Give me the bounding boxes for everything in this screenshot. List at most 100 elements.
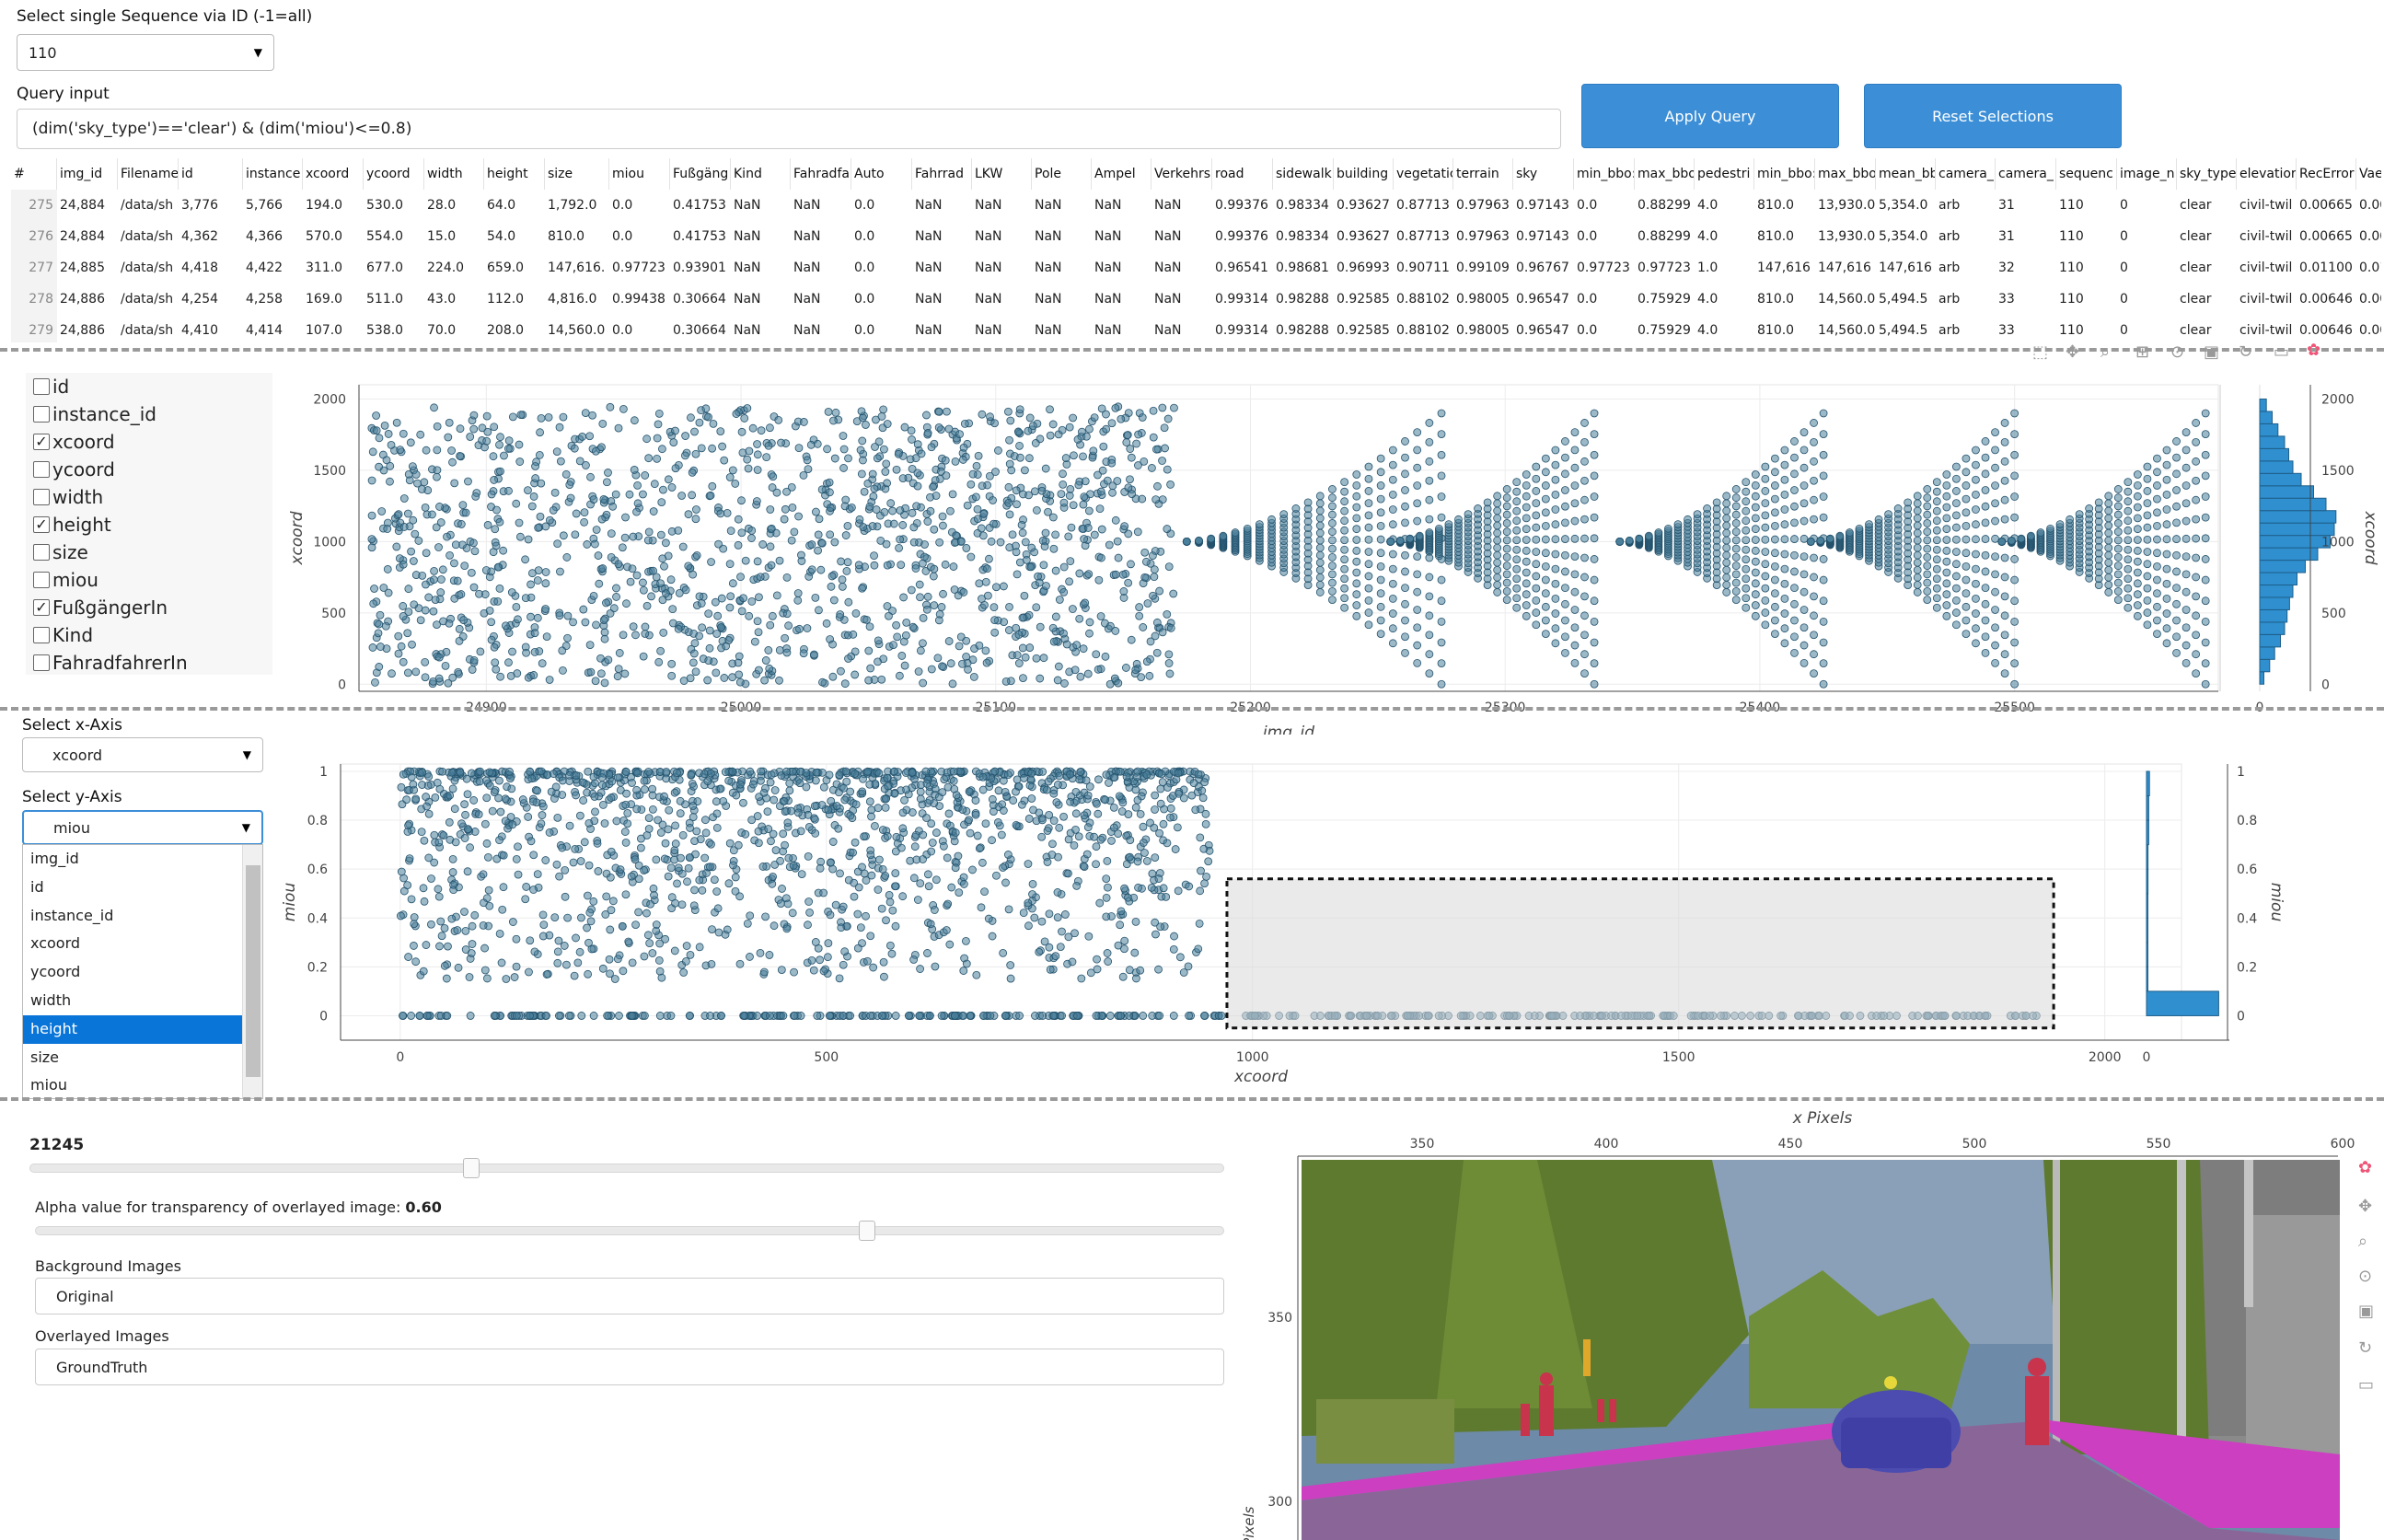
column-header[interactable]: miou (609, 158, 670, 190)
wheel-zoom-icon[interactable]: ⌕ (2100, 342, 2110, 362)
checkbox-unchecked-icon[interactable] (33, 461, 50, 478)
column-header[interactable]: Fahrrad (912, 158, 972, 190)
table-row[interactable]: 275 24,884/data/sh 3,776 5,766 194.0 530.0 28.… (11, 190, 2381, 221)
dropdown-option[interactable]: img_id (23, 845, 262, 874)
pan-icon[interactable]: ✥ (2066, 342, 2079, 362)
dropdown-option[interactable]: ycoord (23, 958, 262, 987)
column-header[interactable]: sidewalk (1273, 158, 1334, 190)
checkbox-item[interactable]: ✓ FußgängerIn (26, 594, 272, 621)
lasso-icon[interactable]: ⊙ (2170, 342, 2184, 362)
column-header[interactable]: image_n (2117, 158, 2177, 190)
column-header[interactable]: min_bbo: (1574, 158, 1635, 190)
hover-icon[interactable]: ▭ (2274, 342, 2289, 362)
column-header[interactable]: Kind (731, 158, 791, 190)
checkbox-item[interactable]: width (26, 483, 272, 511)
checkbox-item[interactable]: size (26, 538, 272, 566)
column-header[interactable]: vegetatic (1394, 158, 1453, 190)
checkbox-item[interactable]: Kind (26, 621, 272, 649)
column-header[interactable]: sequenc (2056, 158, 2117, 190)
box-zoom-icon[interactable]: ⊞ (2135, 342, 2149, 362)
dropdown-option[interactable]: miou (23, 1071, 262, 1098)
column-header[interactable]: Pole (1032, 158, 1092, 190)
checkbox-unchecked-icon[interactable] (33, 544, 50, 561)
checkbox-unchecked-icon[interactable] (33, 406, 50, 423)
checkbox-checked-icon[interactable]: ✓ (33, 434, 50, 450)
box-select-icon[interactable]: ⬚ (2032, 342, 2048, 362)
column-header[interactable]: instance (243, 158, 303, 190)
scatter-point (374, 629, 383, 638)
column-header[interactable]: max_bbo (1635, 158, 1695, 190)
scatter-point (431, 793, 440, 802)
column-header[interactable]: # (11, 158, 57, 190)
column-header[interactable]: Fahradfa (791, 158, 851, 190)
column-header[interactable]: LKW (972, 158, 1032, 190)
column-header[interactable]: height (484, 158, 545, 190)
column-header[interactable]: Filename (118, 158, 179, 190)
checkbox-checked-icon[interactable]: ✓ (33, 516, 50, 533)
checkbox-item[interactable]: id (26, 373, 272, 400)
checkbox-unchecked-icon[interactable] (33, 627, 50, 643)
column-header[interactable]: camera_ (1936, 158, 1996, 190)
query-input[interactable]: (dim('sky_type')=='clear') & (dim('miou'… (17, 109, 1561, 149)
checkbox-item[interactable]: ✓ xcoord (26, 428, 272, 456)
checkbox-unchecked-icon[interactable] (33, 378, 50, 395)
y-axis-select[interactable]: miou ▼ (22, 810, 263, 845)
table-row[interactable]: 277 24,885/data/sh 4,418 4,422 311.0 677.0 224… (11, 252, 2381, 284)
apply-query-button[interactable]: Apply Query (1581, 84, 1839, 148)
xcoord-miou-plot[interactable]: 0 500 1000 1500 200000.20.40.60.81xcoordmiou… (276, 736, 2384, 1105)
column-header[interactable]: camera_ (1996, 158, 2056, 190)
checkbox-unchecked-icon[interactable] (33, 572, 50, 588)
column-header[interactable]: elevatior (2237, 158, 2297, 190)
checkbox-unchecked-icon[interactable] (33, 489, 50, 505)
dropdown-option[interactable]: instance_id (23, 902, 262, 931)
data-table[interactable]: # img_id Filename id instance xcoord ycoord wid… (11, 158, 2381, 342)
column-header[interactable]: ycoord (364, 158, 424, 190)
column-header[interactable]: size (545, 158, 609, 190)
reset-icon[interactable]: ↻ (2239, 342, 2252, 362)
column-header[interactable]: Auto (851, 158, 912, 190)
column-header[interactable]: RecError (2297, 158, 2356, 190)
scrollbar-thumb[interactable] (246, 865, 260, 1077)
reset-selections-button[interactable]: Reset Selections (1864, 84, 2122, 148)
column-header[interactable]: pedestri (1695, 158, 1754, 190)
checkbox-item[interactable]: ✓ height (26, 511, 272, 538)
sequence-select[interactable]: 110 ▼ (17, 34, 274, 71)
column-header[interactable]: VaeLos (2356, 158, 2381, 190)
dropdown-option[interactable]: height (23, 1014, 262, 1044)
table-row[interactable]: 279 24,886/data/sh 4,410 4,414 107.0 538.0 70.… (11, 315, 2381, 342)
checkbox-checked-icon[interactable]: ✓ (33, 599, 50, 616)
column-header[interactable]: max_bbo (1815, 158, 1876, 190)
dropdown-option[interactable]: width (23, 987, 262, 1015)
column-header[interactable]: sky (1513, 158, 1574, 190)
img-id-xcoord-plot[interactable]: 24900 25000 25100 25200 25300 25400 2550005001… (276, 348, 2384, 735)
checkbox-unchecked-icon[interactable] (33, 654, 50, 671)
dropdown-option[interactable]: size (23, 1044, 262, 1072)
checkbox-item[interactable]: instance_id (26, 400, 272, 428)
column-header[interactable]: xcoord (303, 158, 364, 190)
checkbox-item[interactable]: FahradfahrerIn (26, 649, 272, 677)
column-checkbox-list[interactable]: id instance_id ✓ xcoord ycoord width ✓ height si… (26, 373, 272, 675)
y-axis-dropdown-list[interactable]: img_id id instance_id xcoord ycoord width heig… (22, 844, 263, 1099)
column-header[interactable]: Fußgäng (670, 158, 731, 190)
checkbox-item[interactable]: ycoord (26, 456, 272, 483)
column-header[interactable]: road (1212, 158, 1273, 190)
column-header[interactable]: Verkehrs (1151, 158, 1212, 190)
table-row[interactable]: 276 24,884/data/sh 4,362 4,366 570.0 554.0 15.… (11, 221, 2381, 252)
column-header[interactable]: terrain (1453, 158, 1513, 190)
column-header[interactable]: img_id (57, 158, 118, 190)
checkbox-item[interactable]: miou (26, 566, 272, 594)
column-header[interactable]: sky_type (2177, 158, 2237, 190)
dropdown-option[interactable]: xcoord (23, 930, 262, 958)
scatter-point (1013, 427, 1023, 436)
column-header[interactable]: min_bbo: (1754, 158, 1815, 190)
column-header[interactable]: Ampel (1092, 158, 1151, 190)
save-icon[interactable]: ▣ (2204, 342, 2219, 362)
dropdown-option[interactable]: id (23, 874, 262, 902)
column-header[interactable]: mean_bb (1876, 158, 1936, 190)
column-header[interactable]: width (424, 158, 484, 190)
table-row[interactable]: 278 24,886/data/sh 4,254 4,258 169.0 511.0 43.… (11, 284, 2381, 315)
column-header[interactable]: id (179, 158, 243, 190)
column-header[interactable]: building (1334, 158, 1394, 190)
dropdown-scrollbar[interactable] (242, 845, 262, 1098)
x-axis-select[interactable]: xcoord ▼ (22, 737, 263, 772)
